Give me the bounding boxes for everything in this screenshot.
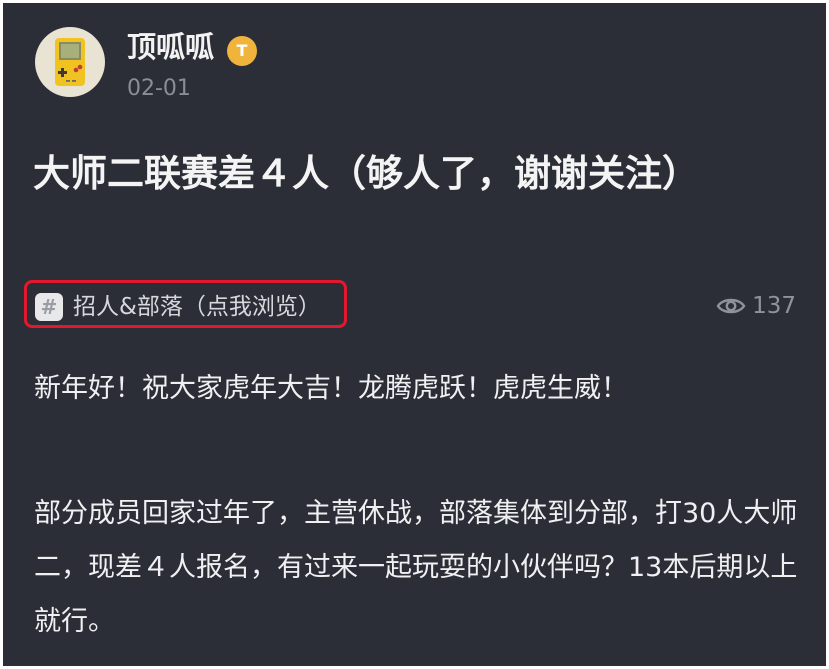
view-count-value: 137 bbox=[752, 293, 796, 319]
gameboy-icon bbox=[55, 38, 85, 86]
username[interactable]: 顶呱呱 bbox=[127, 29, 214, 65]
view-count: 137 bbox=[716, 289, 796, 323]
hash-icon[interactable]: # bbox=[35, 293, 63, 321]
post-card: 顶呱呱 T 02-01 大师二联赛差４人（够人了，谢谢关注） # 招人&部落（点… bbox=[3, 3, 826, 666]
topic-tag-link[interactable]: 招人&部落（点我浏览） bbox=[73, 290, 321, 324]
post-paragraph-2: 部分成员回家过年了，主营休战，部落集体到分部，打30人大师二，现差４人报名，有过… bbox=[34, 498, 798, 637]
post-paragraph-1: 新年好！祝大家虎年大吉！龙腾虎跃！虎虎生威！ bbox=[34, 373, 628, 404]
post-date: 02-01 bbox=[127, 76, 191, 101]
post-title: 大师二联赛差４人（够人了，谢谢关注） bbox=[33, 152, 699, 195]
avatar[interactable] bbox=[35, 27, 105, 97]
eye-icon bbox=[716, 298, 746, 314]
level-badge-icon: T bbox=[227, 36, 257, 66]
